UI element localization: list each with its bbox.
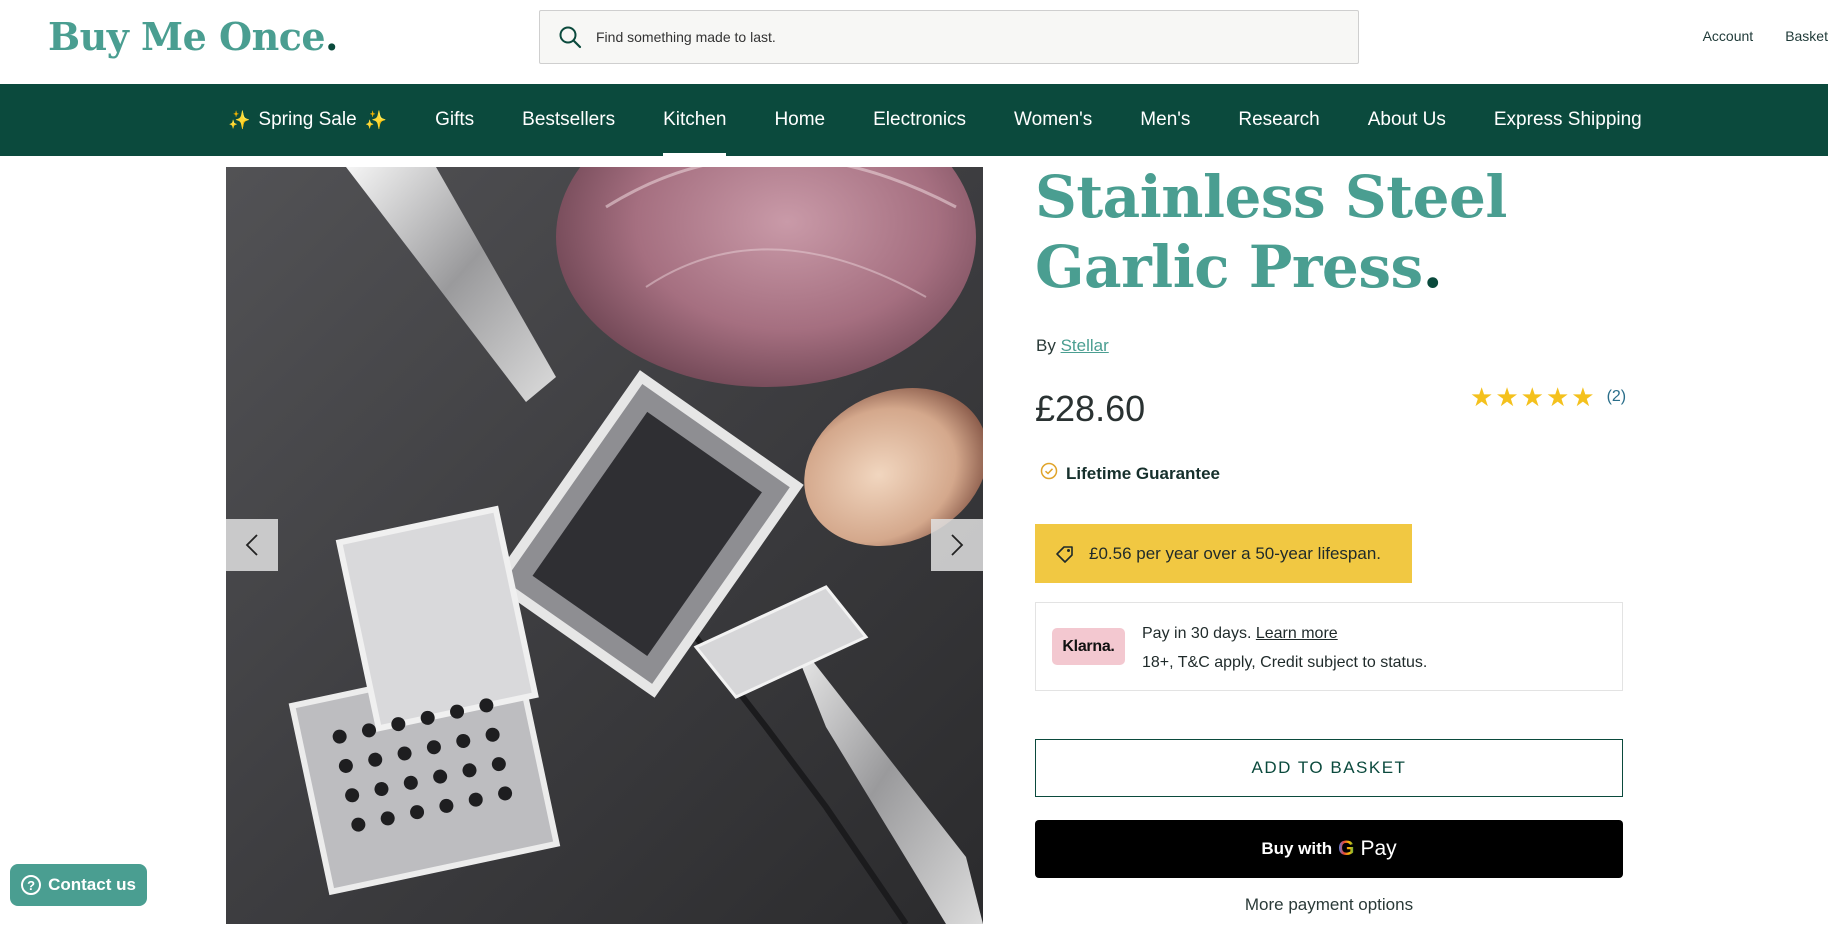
lifetime-guarantee: Lifetime Guarantee <box>1040 462 1220 485</box>
nav-item-gifts[interactable]: Gifts <box>435 84 474 156</box>
logo-text: Buy Me Once <box>48 14 326 59</box>
nav-items: ✨ Spring Sale ✨ Gifts Bestsellers Kitchen Home… <box>228 84 1690 156</box>
nav-item-express-shipping[interactable]: Express Shipping <box>1494 84 1642 156</box>
logo-dot: . <box>325 14 338 59</box>
gallery-next-button[interactable] <box>931 519 983 571</box>
rating-count[interactable]: (2) <box>1607 388 1627 406</box>
nav-item-kitchen[interactable]: Kitchen <box>663 84 727 156</box>
product-rating[interactable]: ★ ★ ★ ★ ★ (2) <box>1470 384 1626 410</box>
nav-item-research[interactable]: Research <box>1238 84 1319 156</box>
price-tag-icon <box>1055 544 1075 564</box>
by-prefix: By <box>1036 336 1056 355</box>
buy-with-label: Buy with <box>1261 839 1333 858</box>
brand-link[interactable]: Stellar <box>1061 336 1109 355</box>
chevron-left-icon <box>245 533 259 557</box>
title-dot: . <box>1422 233 1443 301</box>
more-payment-options-link[interactable]: More payment options <box>1035 895 1623 915</box>
add-to-basket-button[interactable]: ADD TO BASKET <box>1035 739 1623 797</box>
nav-item-label: Bestsellers <box>522 109 616 130</box>
nav-item-label: Research <box>1238 109 1320 130</box>
site-header: Buy Me Once. Account Basket <box>0 0 1828 84</box>
contact-us-button[interactable]: ? Contact us <box>10 864 147 906</box>
nav-item-label: Electronics <box>873 109 967 130</box>
star-icon: ★ <box>1495 382 1519 412</box>
search-input[interactable] <box>596 29 1296 45</box>
guarantee-label: Lifetime Guarantee <box>1066 463 1220 483</box>
klarna-pay-text: Pay in 30 days. <box>1142 625 1252 642</box>
product-price: £28.60 <box>1035 388 1146 429</box>
header-links: Account Basket <box>1703 28 1828 44</box>
product-gallery <box>226 167 983 924</box>
rating-stars: ★ ★ ★ ★ ★ <box>1470 384 1595 410</box>
star-icon: ★ <box>1571 382 1595 412</box>
main-nav: ✨ Spring Sale ✨ Gifts Bestsellers Kitchen Home… <box>0 84 1828 156</box>
check-circle-icon <box>1040 462 1058 485</box>
nav-item-label: Spring Sale <box>258 109 357 130</box>
klarna-message: Pay in 30 days. Learn more <box>1142 625 1338 643</box>
product-brand-line: By Stellar <box>1036 336 1109 356</box>
basket-link[interactable]: Basket <box>1785 28 1828 44</box>
nav-item-label: About Us <box>1367 109 1446 130</box>
lifespan-banner: £0.56 per year over a 50-year lifespan. <box>1035 524 1412 583</box>
klarna-learn-more-link[interactable]: Learn more <box>1256 625 1338 642</box>
nav-item-label: Express Shipping <box>1493 109 1642 130</box>
search-bar <box>539 10 1359 64</box>
klarna-logo: Klarna. <box>1052 628 1125 665</box>
nav-item-men-s[interactable]: Men's <box>1140 84 1190 156</box>
product-title: Stainless Steel Garlic Press. <box>1035 162 1655 302</box>
lifespan-text: £0.56 per year over a 50-year lifespan. <box>1089 543 1382 563</box>
product-image <box>226 167 983 924</box>
help-icon: ? <box>21 875 42 895</box>
gallery-prev-button[interactable] <box>226 519 278 571</box>
nav-item-spring-sale[interactable]: ✨ Spring Sale ✨ <box>228 84 387 156</box>
pay-label: Pay <box>1360 837 1397 860</box>
nav-item-bestsellers[interactable]: Bestsellers <box>522 84 615 156</box>
nav-item-home[interactable]: Home <box>774 84 825 156</box>
sparkle-icon: ✨ <box>228 109 251 130</box>
klarna-box: Klarna. Pay in 30 days. Learn more 18+, … <box>1035 602 1623 691</box>
star-icon: ★ <box>1545 382 1570 412</box>
nav-item-label: Kitchen <box>663 109 727 130</box>
nav-item-label: Men's <box>1140 109 1191 130</box>
search-icon[interactable] <box>556 23 584 51</box>
star-icon: ★ <box>1520 382 1544 412</box>
site-logo[interactable]: Buy Me Once. <box>48 14 338 59</box>
klarna-terms: 18+, T&C apply, Credit subject to status… <box>1142 654 1428 671</box>
chevron-right-icon <box>950 533 964 557</box>
nav-item-electronics[interactable]: Electronics <box>873 84 966 156</box>
nav-item-about-us[interactable]: About Us <box>1368 84 1446 156</box>
google-pay-button[interactable]: Buy with G Pay <box>1035 820 1623 878</box>
nav-item-label: Home <box>774 109 826 130</box>
star-icon: ★ <box>1470 382 1494 412</box>
nav-item-label: Women's <box>1014 109 1093 130</box>
account-link[interactable]: Account <box>1703 28 1754 44</box>
google-g-icon: G <box>1338 837 1354 861</box>
contact-us-label: Contact us <box>48 875 136 894</box>
nav-item-label: Gifts <box>435 109 475 130</box>
nav-item-women-s[interactable]: Women's <box>1014 84 1092 156</box>
google-g-letter: G <box>1338 837 1355 860</box>
sparkle-icon: ✨ <box>364 109 388 130</box>
